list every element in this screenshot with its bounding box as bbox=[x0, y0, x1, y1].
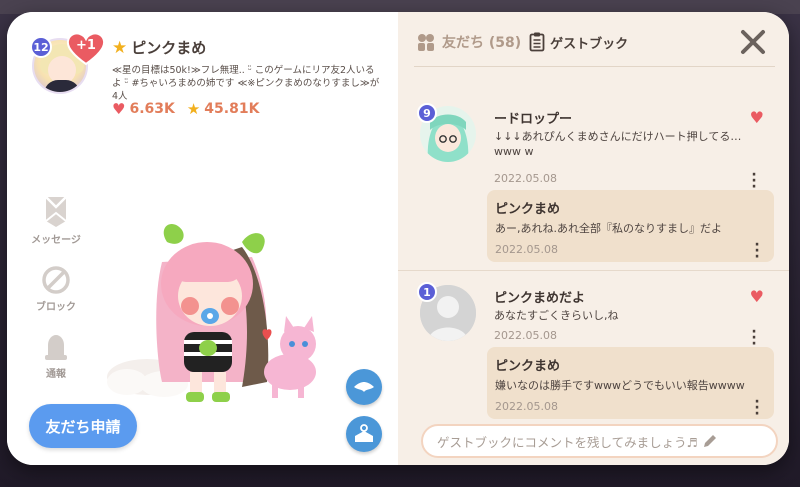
tab-bar: 友だち (58) ゲストブック bbox=[415, 32, 628, 52]
guestbook-entry: 9 ードロップー ♥ ↓↓↓あれぴんくまめさんにだけハート押してる…www w … bbox=[398, 92, 789, 270]
reply-author[interactable]: ピンクまめ bbox=[495, 198, 560, 217]
shirt-icon bbox=[355, 424, 373, 442]
emote-button[interactable] bbox=[346, 369, 382, 405]
heart-icon[interactable]: ♥ bbox=[750, 287, 764, 306]
entry-reply: ピンクまめ あー,あれね.あれ全部『私のなりすまし』だよ 2022.05.08 … bbox=[487, 190, 774, 264]
level-badge: 12 bbox=[30, 36, 52, 58]
bell-icon bbox=[45, 335, 67, 360]
guestbook-list: 9 ードロップー ♥ ↓↓↓あれぴんくまめさんにだけハート押してる…www w … bbox=[398, 92, 789, 430]
profile-panel: 12 +1 ★ ピンクまめ ≪星の目標は50k!≫フレ無理.. ᵕ̈ このゲーム… bbox=[7, 12, 398, 465]
entry-level-badge: 9 bbox=[417, 103, 437, 123]
guestbook-comment-input[interactable]: ゲストブックにコメントを残してみましょう♬ bbox=[421, 424, 778, 458]
header-divider bbox=[414, 66, 775, 67]
guestbook-entry: 1 ピンクまめだよ ♥ あなたすごくきらいし,ね 2022.05.08 · · · … bbox=[398, 270, 789, 430]
message-icon bbox=[45, 196, 67, 227]
entry-text: あなたすごくきらいし,ね bbox=[494, 309, 619, 322]
avatar-body bbox=[44, 80, 80, 92]
block-action[interactable]: ブロック bbox=[25, 264, 87, 313]
entry-reply: ピンクまめ 嫌いなのは勝手ですwwwどうでもいい報告wwww 2022.05.0… bbox=[487, 347, 774, 421]
more-options-icon[interactable]: · · · bbox=[754, 395, 760, 421]
more-options-icon[interactable]: · · · bbox=[751, 168, 757, 194]
report-action[interactable]: 通報 bbox=[25, 331, 87, 380]
comment-placeholder: ゲストブックにコメントを残してみましょう♬ bbox=[437, 434, 698, 450]
character-illustration bbox=[107, 223, 316, 402]
heart-plus-badge[interactable]: +1 bbox=[66, 32, 106, 66]
guestbook-panel: 友だち (58) ゲストブック 9 ードロップー ♥ ↓↓↓あれぴんくまめさんに… bbox=[398, 12, 789, 465]
star-icon: ★ bbox=[186, 100, 201, 118]
reply-date: 2022.05.08 bbox=[495, 400, 558, 413]
profile-stats: ♥ 6.63K ★ 45.81K bbox=[112, 100, 259, 118]
star-icon: ★ bbox=[112, 37, 128, 58]
close-icon[interactable] bbox=[739, 28, 767, 56]
heart-icon: ♥ bbox=[112, 100, 126, 118]
tab-guestbook-label: ゲストブック bbox=[550, 36, 629, 52]
reply-text: あー,あれね.あれ全部『私のなりすまし』だよ bbox=[495, 222, 722, 235]
outfit-button[interactable] bbox=[346, 416, 382, 452]
reply-text: 嫌いなのは勝手ですwwwどうでもいい報告wwww bbox=[495, 379, 745, 392]
block-icon bbox=[42, 266, 70, 294]
stars-count: 45.81K bbox=[204, 101, 260, 117]
tab-friends[interactable]: 友だち (58) bbox=[415, 32, 521, 52]
profile-avatar-wrap: 12 +1 bbox=[30, 32, 106, 94]
more-options-icon[interactable]: · · · bbox=[751, 325, 757, 351]
side-actions: メッセージ ブロック 通報 bbox=[25, 195, 87, 398]
guestbook-icon bbox=[529, 32, 545, 52]
profile-modal: 12 +1 ★ ピンクまめ ≪星の目標は50k!≫フレ無理.. ᵕ̈ このゲーム… bbox=[7, 12, 789, 465]
entry-text: ↓↓↓あれぴんくまめさんにだけハート押してる…www w bbox=[494, 130, 742, 158]
heart-icon[interactable]: ♥ bbox=[750, 108, 764, 127]
friend-request-button[interactable]: 友だち申請 bbox=[29, 404, 137, 448]
report-label: 通報 bbox=[46, 369, 66, 380]
message-action[interactable]: メッセージ bbox=[25, 195, 87, 246]
heart-badge-label: +1 bbox=[76, 38, 96, 53]
entry-date: 2022.05.08 bbox=[494, 329, 557, 342]
profile-name: ピンクまめ bbox=[131, 39, 207, 57]
profile-bio: ≪星の目標は50k!≫フレ無理.. ᵕ̈ このゲームにリア友2人いるよ ᵕ̈ #… bbox=[112, 65, 380, 102]
hearts-count: 6.63K bbox=[129, 101, 175, 117]
message-label: メッセージ bbox=[31, 235, 81, 246]
stars-stat: ★ 45.81K bbox=[187, 100, 260, 118]
entry-date: 2022.05.08 bbox=[494, 172, 557, 185]
pencil-icon bbox=[703, 435, 716, 447]
tab-guestbook[interactable]: ゲストブック bbox=[529, 32, 628, 52]
emote-icon bbox=[354, 382, 374, 392]
more-options-icon[interactable]: · · · bbox=[754, 238, 760, 264]
entry-author[interactable]: ードロップー bbox=[494, 108, 572, 127]
block-label: ブロック bbox=[36, 302, 76, 313]
hearts-stat: ♥ 6.63K bbox=[112, 100, 175, 118]
entry-author[interactable]: ピンクまめだよ bbox=[494, 287, 585, 306]
profile-name-row: ★ ピンクまめ bbox=[112, 37, 206, 58]
tab-friends-label: 友だち (58) bbox=[442, 35, 522, 51]
reply-date: 2022.05.08 bbox=[495, 243, 558, 256]
entry-level-badge: 1 bbox=[417, 282, 437, 302]
reply-author[interactable]: ピンクまめ bbox=[495, 355, 560, 374]
friends-icon bbox=[418, 34, 434, 51]
